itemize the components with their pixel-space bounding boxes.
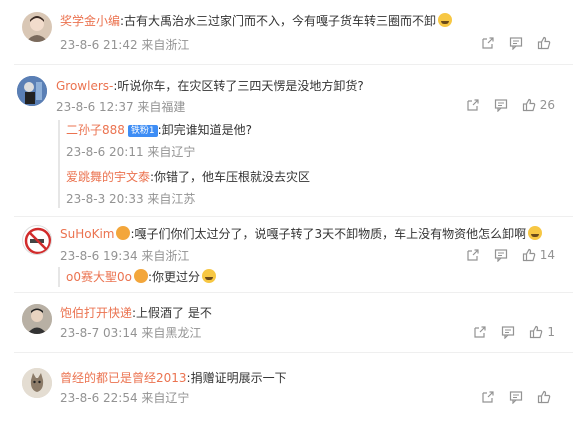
comment-text: :古有大禹治水三过家门而不入，今有嘎子货车转三圈而不卸 [120, 14, 437, 28]
comment-bubble-icon[interactable] [509, 390, 523, 404]
avatar[interactable] [22, 368, 52, 398]
comment-bubble-icon[interactable] [509, 36, 523, 50]
comment-meta: 23-8-7 03:14 来自黑龙江 [60, 326, 202, 340]
reply-text: :你更过分 [147, 270, 201, 284]
reply-text: :卸完谁知道是他? [157, 123, 253, 137]
comment-item: 饱伯打开快递:上假酒了 是不 23-8-7 03:14 来自黑龙江 1 [0, 294, 587, 348]
reply-text: :你错了，他车压根就没去灾区 [150, 170, 311, 184]
avatar[interactable] [22, 225, 52, 255]
comment-text: :听说你车，在灾区转了三四天愣是没地方卸货? [113, 79, 364, 93]
comment-item: Growlers-:听说你车，在灾区转了三四天愣是没地方卸货? 23-8-6 1… [0, 66, 587, 214]
comment-username[interactable]: 奖学金小编 [60, 14, 120, 28]
divider [14, 352, 573, 353]
avatar[interactable] [22, 12, 52, 42]
reply-meta: 23-8-6 20:11 来自辽宁 [66, 145, 196, 159]
comment-bubble-icon[interactable] [501, 325, 515, 339]
comment-meta: 23-8-6 21:42 来自浙江 [60, 38, 190, 52]
fan-badge: 铁粉1 [127, 125, 158, 137]
like-count: 1 [547, 325, 555, 339]
thumb-up-icon[interactable]: 14 [522, 248, 555, 262]
comment-meta: 23-8-6 19:34 来自浙江 [60, 249, 190, 263]
share-square-icon[interactable] [481, 36, 495, 50]
member-crown-icon [116, 226, 131, 240]
comment-bubble-icon[interactable] [494, 248, 508, 262]
comment-text: :嘎子们你们太过分了，说嘎子转了3天不卸物质，车上没有物资他怎么卸啊 [130, 227, 527, 241]
divider [14, 216, 573, 217]
cry-emoji-icon [202, 269, 217, 283]
comment-meta: 23-8-6 22:54 来自辽宁 [60, 391, 190, 405]
share-square-icon[interactable] [466, 98, 480, 112]
comment-text: :上假酒了 是不 [132, 306, 212, 320]
avatar[interactable] [17, 76, 47, 106]
reply-username[interactable]: o0赛大聖0o [66, 270, 132, 284]
reply-thread-bar [58, 120, 60, 208]
comment-item: 奖学金小编:古有大禹治水三过家门而不入，今有嘎子货车转三圈而不卸 23-8-6 … [0, 0, 587, 62]
comment-item: 曾经的都已是曾经2013:捐赠证明展示一下 23-8-6 22:54 来自辽宁 [0, 354, 587, 424]
reply-username[interactable]: 二孙子888 [66, 123, 125, 137]
comment-meta: 23-8-6 12:37 来自福建 [56, 100, 186, 114]
avatar[interactable] [22, 304, 52, 334]
like-count: 26 [539, 98, 555, 112]
comment-text: :捐赠证明展示一下 [186, 371, 287, 385]
reply-meta: 23-8-3 20:33 来自江苏 [66, 192, 196, 206]
comment-username[interactable]: Growlers- [56, 79, 113, 93]
comment-bubble-icon[interactable] [494, 98, 508, 112]
cry-emoji-icon [528, 226, 543, 240]
thumb-up-icon[interactable] [537, 390, 555, 404]
share-square-icon[interactable] [473, 325, 487, 339]
vip-icon [133, 269, 148, 283]
comment-item: SuHoKim :嘎子们你们太过分了，说嘎子转了3天不卸物质，车上没有物资他怎么卸… [0, 218, 587, 292]
share-square-icon[interactable] [481, 390, 495, 404]
thumb-up-icon[interactable]: 26 [522, 98, 555, 112]
laugh-emoji-icon [438, 13, 453, 27]
thumb-up-icon[interactable]: 1 [529, 325, 555, 339]
reply-username[interactable]: 爱跳舞的宇文泰 [66, 170, 150, 184]
share-square-icon[interactable] [466, 248, 480, 262]
divider [14, 292, 573, 293]
comment-username[interactable]: SuHoKim [60, 227, 114, 241]
comment-username[interactable]: 饱伯打开快递 [60, 306, 132, 320]
divider [14, 64, 573, 65]
reply-thread-bar [58, 267, 60, 287]
thumb-up-icon[interactable] [537, 36, 555, 50]
comment-username[interactable]: 曾经的都已是曾经2013 [60, 371, 187, 385]
like-count: 14 [539, 248, 555, 262]
